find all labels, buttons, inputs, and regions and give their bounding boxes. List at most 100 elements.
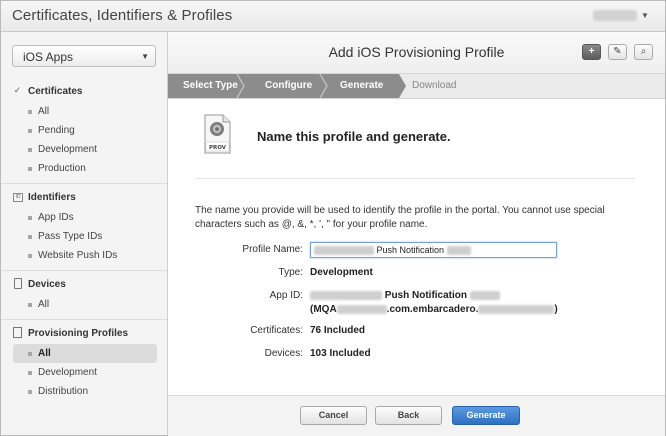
top-bar: Certificates, Identifiers & Profiles ▼: [1, 1, 665, 32]
sidebar-item-label: Pending: [38, 125, 75, 136]
profile-name-input[interactable]: Push Notification: [310, 242, 557, 258]
bullet-icon: [28, 303, 32, 307]
wizard-footer: Cancel Back Generate: [168, 395, 665, 436]
platform-select-value: iOS Apps: [23, 50, 74, 64]
section-provisioning-profiles[interactable]: Provisioning Profiles: [1, 325, 167, 344]
sidebar-item-label: Pass Type IDs: [38, 231, 103, 242]
section-certificates[interactable]: ✓ Certificates: [1, 83, 167, 102]
certificate-icon: ✓: [13, 85, 22, 95]
document-icon: [13, 327, 22, 338]
app-id-name: Push Notification: [384, 290, 468, 301]
bullet-icon: [28, 254, 32, 258]
id-icon: ID: [13, 193, 23, 202]
redacted-text: [446, 246, 471, 256]
edit-button[interactable]: ✎: [608, 44, 627, 60]
divider: [1, 319, 167, 320]
search-icon: ⌕: [640, 46, 647, 57]
sidebar-item-label: Website Push IDs: [38, 250, 118, 261]
sidebar-item-certificates-development[interactable]: Development: [13, 140, 157, 159]
profile-name-label: Profile Name:: [242, 244, 303, 255]
sidebar-item-label: Development: [38, 367, 97, 378]
account-menu[interactable]: ▼: [593, 9, 649, 23]
app-id-prefix: (MQA: [310, 304, 337, 315]
sidebar-item-profiles-all[interactable]: All: [13, 344, 157, 363]
chevron-down-icon: ▼: [141, 52, 149, 61]
portal-window: Certificates, Identifiers & Profiles ▼ i…: [0, 0, 666, 436]
bullet-icon: [28, 352, 32, 356]
bullet-icon: [28, 390, 32, 394]
divider: [1, 270, 167, 271]
section-devices[interactable]: Devices: [1, 276, 167, 295]
bullet-icon: [28, 148, 32, 152]
redacted-text: [314, 246, 374, 256]
app-id-value-line1: Push Notification: [310, 290, 500, 301]
main-header: Add iOS Provisioning Profile + ✎ ⌕: [168, 32, 665, 74]
sidebar-item-profiles-distribution[interactable]: Distribution: [13, 382, 157, 401]
app-id-suffix: ): [554, 304, 558, 315]
sidebar-nav: ✓ Certificates All Pending Development P…: [1, 78, 167, 401]
sidebar-item-profiles-development[interactable]: Development: [13, 363, 157, 382]
section-title: Identifiers: [28, 192, 76, 203]
devices-value: 103 Included: [310, 348, 371, 359]
app-id-bundle: .com.embarcadero.: [386, 304, 479, 315]
add-button[interactable]: +: [582, 44, 601, 60]
back-button[interactable]: Back: [375, 406, 442, 425]
sidebar-item-certificates-all[interactable]: All: [13, 102, 157, 121]
sidebar-item-devices-all[interactable]: All: [13, 295, 157, 314]
sidebar-item-label: Production: [38, 163, 86, 174]
bullet-icon: [28, 235, 32, 239]
platform-select[interactable]: iOS Apps ▼: [12, 45, 156, 67]
section-identifiers[interactable]: ID Identifiers: [1, 189, 167, 208]
certificates-label: Certificates:: [250, 325, 303, 336]
section-title: Devices: [28, 279, 66, 290]
account-name-redacted: [593, 9, 637, 21]
redacted-text: [469, 290, 500, 300]
section-heading: Name this profile and generate.: [257, 129, 451, 144]
devices-label: Devices:: [264, 348, 303, 359]
redacted-text: [310, 290, 382, 300]
description-text: The name you provide will be used to ide…: [195, 205, 605, 230]
chevron-down-icon: ▼: [641, 10, 649, 20]
app-id-value-line2: (MQA .com.embarcadero.): [310, 304, 558, 315]
wizard-steps: Select Type Configure Generate Download: [168, 74, 665, 99]
redacted-text: [336, 304, 387, 314]
step-configure: Configure: [265, 80, 313, 91]
sidebar-item-label: All: [38, 299, 50, 310]
step-download: Download: [412, 80, 457, 91]
sidebar-item-label: App IDs: [38, 212, 74, 223]
section-title: Certificates: [28, 86, 83, 97]
step-select-type: Select Type: [183, 80, 238, 91]
main-panel: Add iOS Provisioning Profile + ✎ ⌕ Selec…: [168, 32, 665, 436]
bullet-icon: [28, 167, 32, 171]
sidebar-item-certificates-pending[interactable]: Pending: [13, 121, 157, 140]
sidebar-item-label: All: [38, 106, 50, 117]
bullet-icon: [28, 371, 32, 375]
app-title: Certificates, Identifiers & Profiles: [12, 7, 233, 24]
sidebar-item-app-ids[interactable]: App IDs: [13, 208, 157, 227]
sidebar-item-website-push-ids[interactable]: Website Push IDs: [13, 246, 157, 265]
type-label: Type:: [278, 267, 303, 278]
cancel-button[interactable]: Cancel: [300, 406, 367, 425]
sidebar-item-label: Development: [38, 144, 97, 155]
step-generate: Generate: [340, 80, 384, 91]
bullet-icon: [28, 110, 32, 114]
pencil-icon: ✎: [613, 46, 622, 57]
sidebar-item-label: All: [38, 348, 51, 359]
type-value: Development: [310, 267, 373, 278]
bullet-icon: [28, 129, 32, 133]
divider: [1, 183, 167, 184]
bullet-icon: [28, 216, 32, 220]
redacted-text: [478, 304, 555, 314]
generate-button[interactable]: Generate: [452, 406, 520, 425]
certificates-value: 76 Included: [310, 325, 366, 336]
provisioning-profile-icon: PROV: [204, 114, 231, 154]
sidebar: iOS Apps ▼ ✓ Certificates All Pending De…: [1, 32, 168, 435]
sidebar-item-label: Distribution: [38, 386, 89, 397]
sidebar-item-certificates-production[interactable]: Production: [13, 159, 157, 178]
app-id-label: App ID:: [269, 290, 303, 301]
section-title: Provisioning Profiles: [28, 328, 129, 339]
divider: [195, 178, 635, 179]
prov-icon-label: PROV: [209, 145, 227, 151]
search-button[interactable]: ⌕: [634, 44, 653, 60]
sidebar-item-pass-type-ids[interactable]: Pass Type IDs: [13, 227, 157, 246]
